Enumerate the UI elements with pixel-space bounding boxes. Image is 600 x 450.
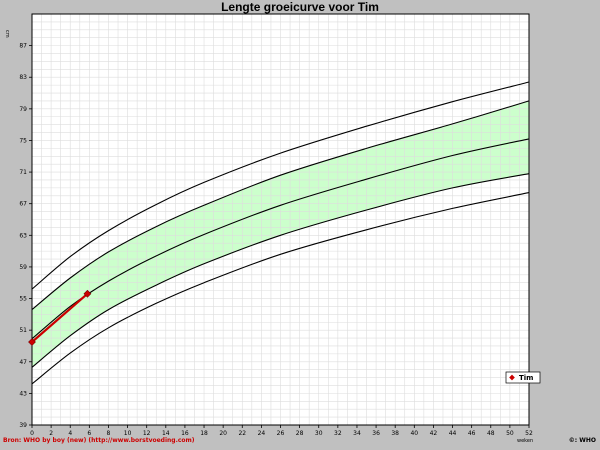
x-tick-label: 4 <box>68 430 72 437</box>
x-tick-label: 20 <box>219 430 227 437</box>
x-tick-label: 10 <box>124 430 132 437</box>
x-tick-label: 18 <box>200 430 208 437</box>
x-tick-label: 28 <box>296 430 304 437</box>
x-tick-label: 6 <box>87 430 91 437</box>
x-tick-label: 22 <box>238 430 246 437</box>
x-tick-label: 26 <box>277 430 285 437</box>
x-tick-label: 48 <box>487 430 495 437</box>
x-tick-label: 42 <box>430 430 438 437</box>
x-tick-label: 14 <box>162 430 170 437</box>
x-tick-label: 36 <box>372 430 380 437</box>
copyright-label: ©: WHO <box>568 437 596 444</box>
y-tick-label: 75 <box>19 137 27 144</box>
y-tick-label: 63 <box>19 232 27 239</box>
chart-screen: Lengte groeicurve voor Tim 39 43 47 51 55 59 6… <box>0 0 600 450</box>
x-tick-label: 44 <box>449 430 457 437</box>
x-tick-label: 52 <box>525 430 533 437</box>
x-tick-label: 40 <box>410 430 418 437</box>
y-tick-label: 71 <box>19 169 27 176</box>
y-tick-label: 43 <box>19 390 27 397</box>
x-tick-label: 46 <box>468 430 476 437</box>
y-tick-label: 87 <box>19 43 27 50</box>
x-tick-label: 30 <box>315 430 323 437</box>
y-axis-label: cm <box>4 30 10 38</box>
x-tick-label: 24 <box>258 430 266 437</box>
x-tick-label: 50 <box>506 430 514 437</box>
x-tick-label: 12 <box>143 430 151 437</box>
growth-chart: 394347515559636771757983870 2 4 6 8 10 12 14 16 1… <box>4 13 541 444</box>
y-tick-label: 55 <box>19 296 27 303</box>
y-tick-label: 51 <box>19 327 27 334</box>
y-tick-label: 83 <box>19 74 27 81</box>
x-tick-label: 0 <box>30 430 34 437</box>
legend-label-tim: Tim <box>519 374 533 382</box>
x-tick-label: 38 <box>391 430 399 437</box>
source-label: Bron: WHO by boy (new) (http://www.borst… <box>3 437 195 444</box>
x-tick-label: 32 <box>334 430 342 437</box>
x-tick-label: 16 <box>181 430 189 437</box>
x-tick-label: 8 <box>107 430 111 437</box>
x-axis-label: weken <box>517 438 533 444</box>
y-tick-label: 79 <box>19 106 27 113</box>
x-tick-label: 34 <box>353 430 361 437</box>
y-tick-label: 39 <box>19 422 27 429</box>
y-tick-label: 67 <box>19 201 27 208</box>
y-tick-label: 59 <box>19 264 27 271</box>
y-tick-label: 47 <box>19 359 27 366</box>
x-tick-label: 2 <box>49 430 53 437</box>
